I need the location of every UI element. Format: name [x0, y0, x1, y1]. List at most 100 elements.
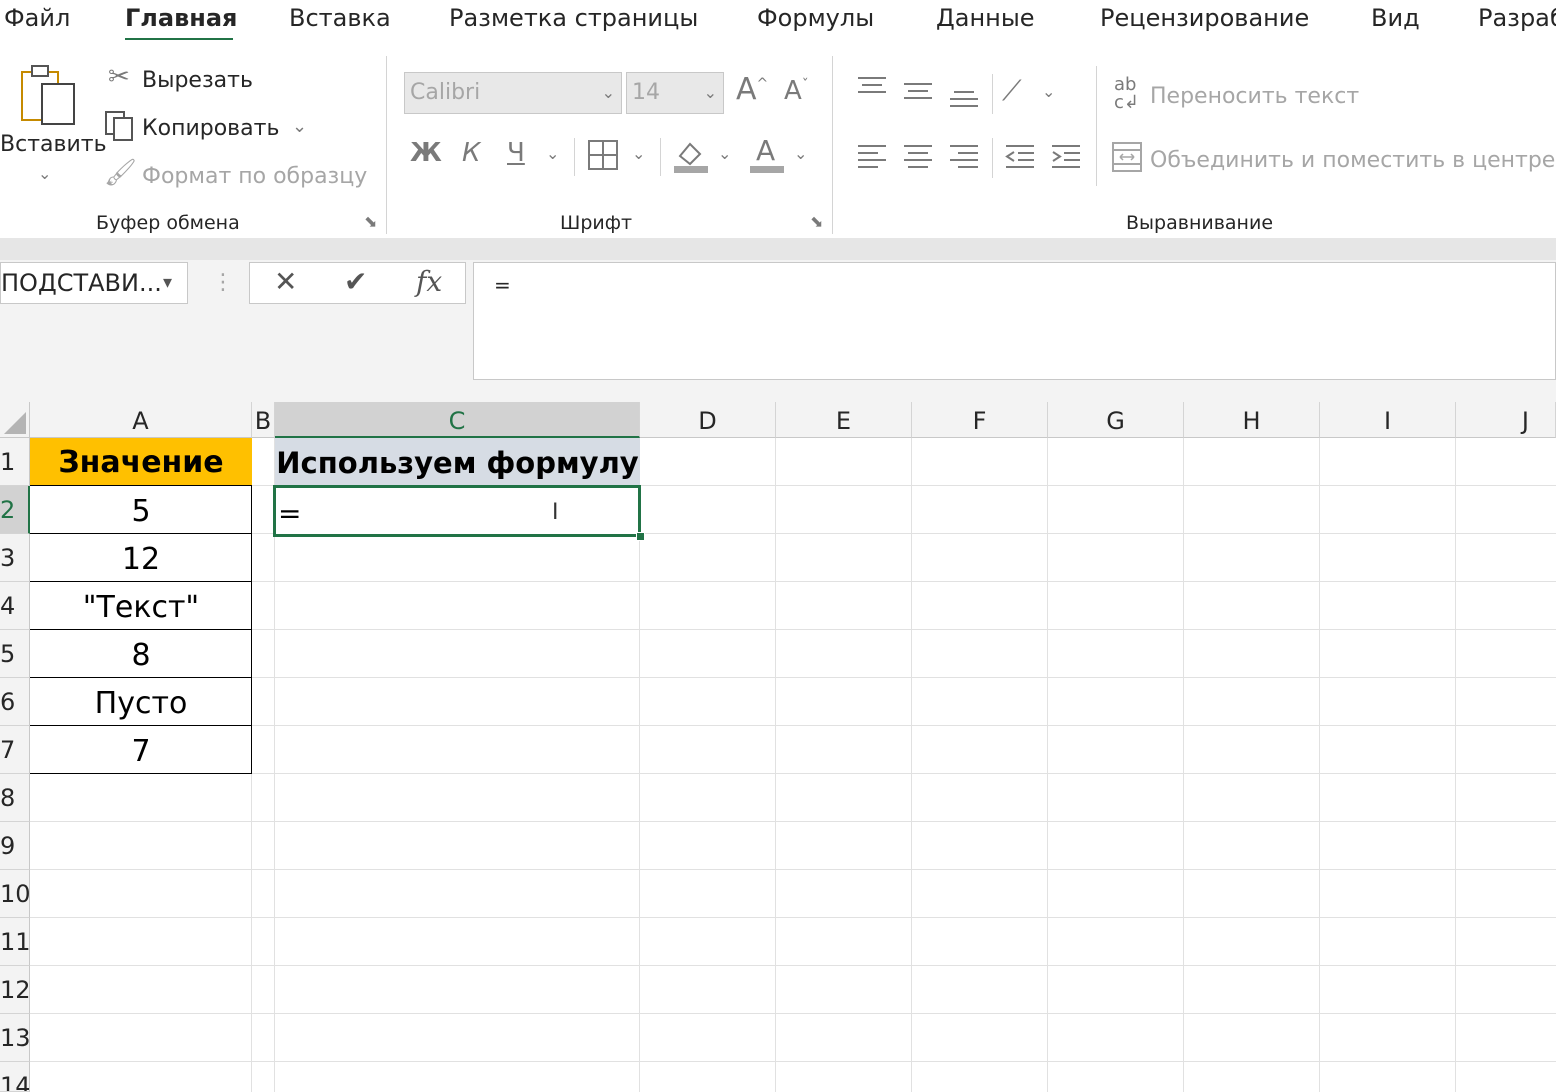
- shrink-font-icon: A: [784, 76, 802, 106]
- borders-dropdown-chevron-icon[interactable]: ⌄: [632, 144, 645, 163]
- align-top-icon[interactable]: [856, 76, 888, 104]
- gridline: [30, 965, 1556, 966]
- gridline: [30, 533, 1556, 534]
- insert-function-icon[interactable]: fx: [416, 265, 442, 298]
- grow-font-button[interactable]: A^: [736, 72, 768, 107]
- font-size-combo[interactable]: 14 ⌄: [626, 72, 724, 114]
- row-header-9[interactable]: 9: [0, 822, 30, 870]
- gridline: [30, 1013, 1556, 1014]
- select-all-button[interactable]: [0, 402, 30, 438]
- paste-label[interactable]: Вставить: [0, 132, 107, 157]
- tab-insert[interactable]: Вставка: [289, 0, 391, 40]
- cell-a4[interactable]: "Текст": [30, 582, 252, 630]
- align-middle-icon[interactable]: [902, 80, 934, 108]
- col-header-a[interactable]: A: [30, 402, 252, 438]
- enter-check-icon[interactable]: ✔: [344, 265, 367, 298]
- tab-view[interactable]: Вид: [1371, 0, 1420, 40]
- cut-button[interactable]: Вырезать: [142, 68, 253, 93]
- col-header-b[interactable]: B: [252, 402, 275, 438]
- active-cell-c2[interactable]: =: [273, 485, 641, 537]
- row-header-11[interactable]: 11: [0, 918, 30, 966]
- copy-icon: [104, 110, 136, 146]
- cell-c1[interactable]: Используем формулу: [275, 438, 640, 486]
- cancel-icon[interactable]: ✕: [274, 265, 297, 298]
- chevron-down-icon: ⌄: [703, 83, 717, 102]
- borders-icon[interactable]: [588, 140, 618, 174]
- fill-color-icon[interactable]: [674, 136, 708, 178]
- orientation-dropdown-chevron-icon[interactable]: ⌄: [1042, 82, 1055, 101]
- bold-button[interactable]: Ж: [410, 138, 442, 168]
- col-header-d[interactable]: D: [640, 402, 776, 438]
- cell-a3[interactable]: 12: [30, 534, 252, 582]
- align-left-icon[interactable]: [856, 144, 888, 174]
- col-header-g[interactable]: G: [1048, 402, 1184, 438]
- tab-file[interactable]: Файл: [4, 0, 70, 40]
- formula-input[interactable]: =: [473, 262, 1556, 380]
- clipboard-dialog-launcher-icon[interactable]: ⬊: [364, 212, 377, 231]
- fill-handle[interactable]: [636, 532, 645, 541]
- cell-a5[interactable]: 8: [30, 630, 252, 678]
- text-cursor-icon: I: [552, 500, 559, 525]
- tab-developer[interactable]: Разраб: [1478, 0, 1556, 40]
- gridline: [30, 821, 1556, 822]
- shrink-font-button[interactable]: Aˇ: [784, 76, 809, 106]
- italic-button[interactable]: К: [462, 138, 480, 168]
- col-header-i[interactable]: I: [1320, 402, 1456, 438]
- row-header-5[interactable]: 5: [0, 630, 30, 678]
- tab-review[interactable]: Рецензирование: [1100, 0, 1309, 40]
- name-box-value: ПОДСТАВИ...: [1, 269, 162, 297]
- row-header-13[interactable]: 13: [0, 1014, 30, 1062]
- format-painter-button[interactable]: Формат по образцу: [142, 164, 367, 189]
- cell-a6[interactable]: Пусто: [30, 678, 252, 726]
- underline-button[interactable]: Ч: [507, 138, 525, 168]
- drag-handle-icon[interactable]: ⋮: [212, 270, 234, 295]
- row-header-7[interactable]: 7: [0, 726, 30, 774]
- row-header-1[interactable]: 1: [0, 438, 30, 486]
- row-header-12[interactable]: 12: [0, 966, 30, 1014]
- decrease-indent-icon[interactable]: [1004, 144, 1036, 174]
- orientation-icon[interactable]: ⟋: [1002, 74, 1022, 108]
- font-color-dropdown-chevron-icon[interactable]: ⌄: [794, 144, 807, 163]
- fill-color-dropdown-chevron-icon[interactable]: ⌄: [718, 144, 731, 163]
- gridline: [30, 917, 1556, 918]
- font-dialog-launcher-icon[interactable]: ⬊: [810, 212, 823, 231]
- align-center-icon[interactable]: [902, 144, 934, 174]
- row-header-4[interactable]: 4: [0, 582, 30, 630]
- wrap-text-button[interactable]: Переносить текст: [1150, 84, 1359, 109]
- font-group-label: Шрифт: [560, 212, 633, 234]
- font-color-button[interactable]: A: [750, 134, 784, 176]
- row-header-3[interactable]: 3: [0, 534, 30, 582]
- merge-center-icon: [1112, 142, 1142, 176]
- font-name-combo[interactable]: Calibri ⌄: [404, 72, 622, 114]
- row-header-2[interactable]: 2: [0, 486, 30, 534]
- align-bottom-icon[interactable]: [948, 86, 980, 114]
- col-header-h[interactable]: H: [1184, 402, 1320, 438]
- increase-indent-icon[interactable]: [1050, 144, 1082, 174]
- cell-a7[interactable]: 7: [30, 726, 252, 774]
- row-header-8[interactable]: 8: [0, 774, 30, 822]
- grow-font-icon: A: [736, 72, 757, 107]
- tab-data[interactable]: Данные: [936, 0, 1035, 40]
- row-header-6[interactable]: 6: [0, 678, 30, 726]
- copy-button[interactable]: Копировать: [142, 116, 279, 141]
- col-header-e[interactable]: E: [776, 402, 912, 438]
- name-box[interactable]: ПОДСТАВИ... ▾: [0, 262, 188, 304]
- row-header-14[interactable]: 14: [0, 1062, 30, 1092]
- select-all-triangle-icon: [4, 412, 26, 434]
- tab-page-layout[interactable]: Разметка страницы: [449, 0, 698, 40]
- formula-buttons: ✕ ✔ fx: [249, 262, 466, 304]
- tab-home[interactable]: Главная: [125, 0, 237, 40]
- underline-dropdown-chevron-icon[interactable]: ⌄: [546, 144, 559, 163]
- col-header-c[interactable]: C: [275, 402, 640, 438]
- row-header-10[interactable]: 10: [0, 870, 30, 918]
- copy-dropdown-chevron-icon[interactable]: ⌄: [292, 116, 307, 137]
- merge-center-button[interactable]: Объединить и поместить в центре: [1150, 148, 1555, 173]
- chevron-down-icon[interactable]: ▾: [163, 263, 172, 303]
- cell-a2[interactable]: 5: [30, 486, 252, 534]
- col-header-j[interactable]: J: [1456, 402, 1556, 438]
- col-header-f[interactable]: F: [912, 402, 1048, 438]
- paste-dropdown-chevron-icon[interactable]: ⌄: [38, 164, 51, 183]
- tab-formulas[interactable]: Формулы: [757, 0, 874, 40]
- cell-a1[interactable]: Значение: [30, 438, 252, 486]
- align-right-icon[interactable]: [948, 144, 980, 174]
